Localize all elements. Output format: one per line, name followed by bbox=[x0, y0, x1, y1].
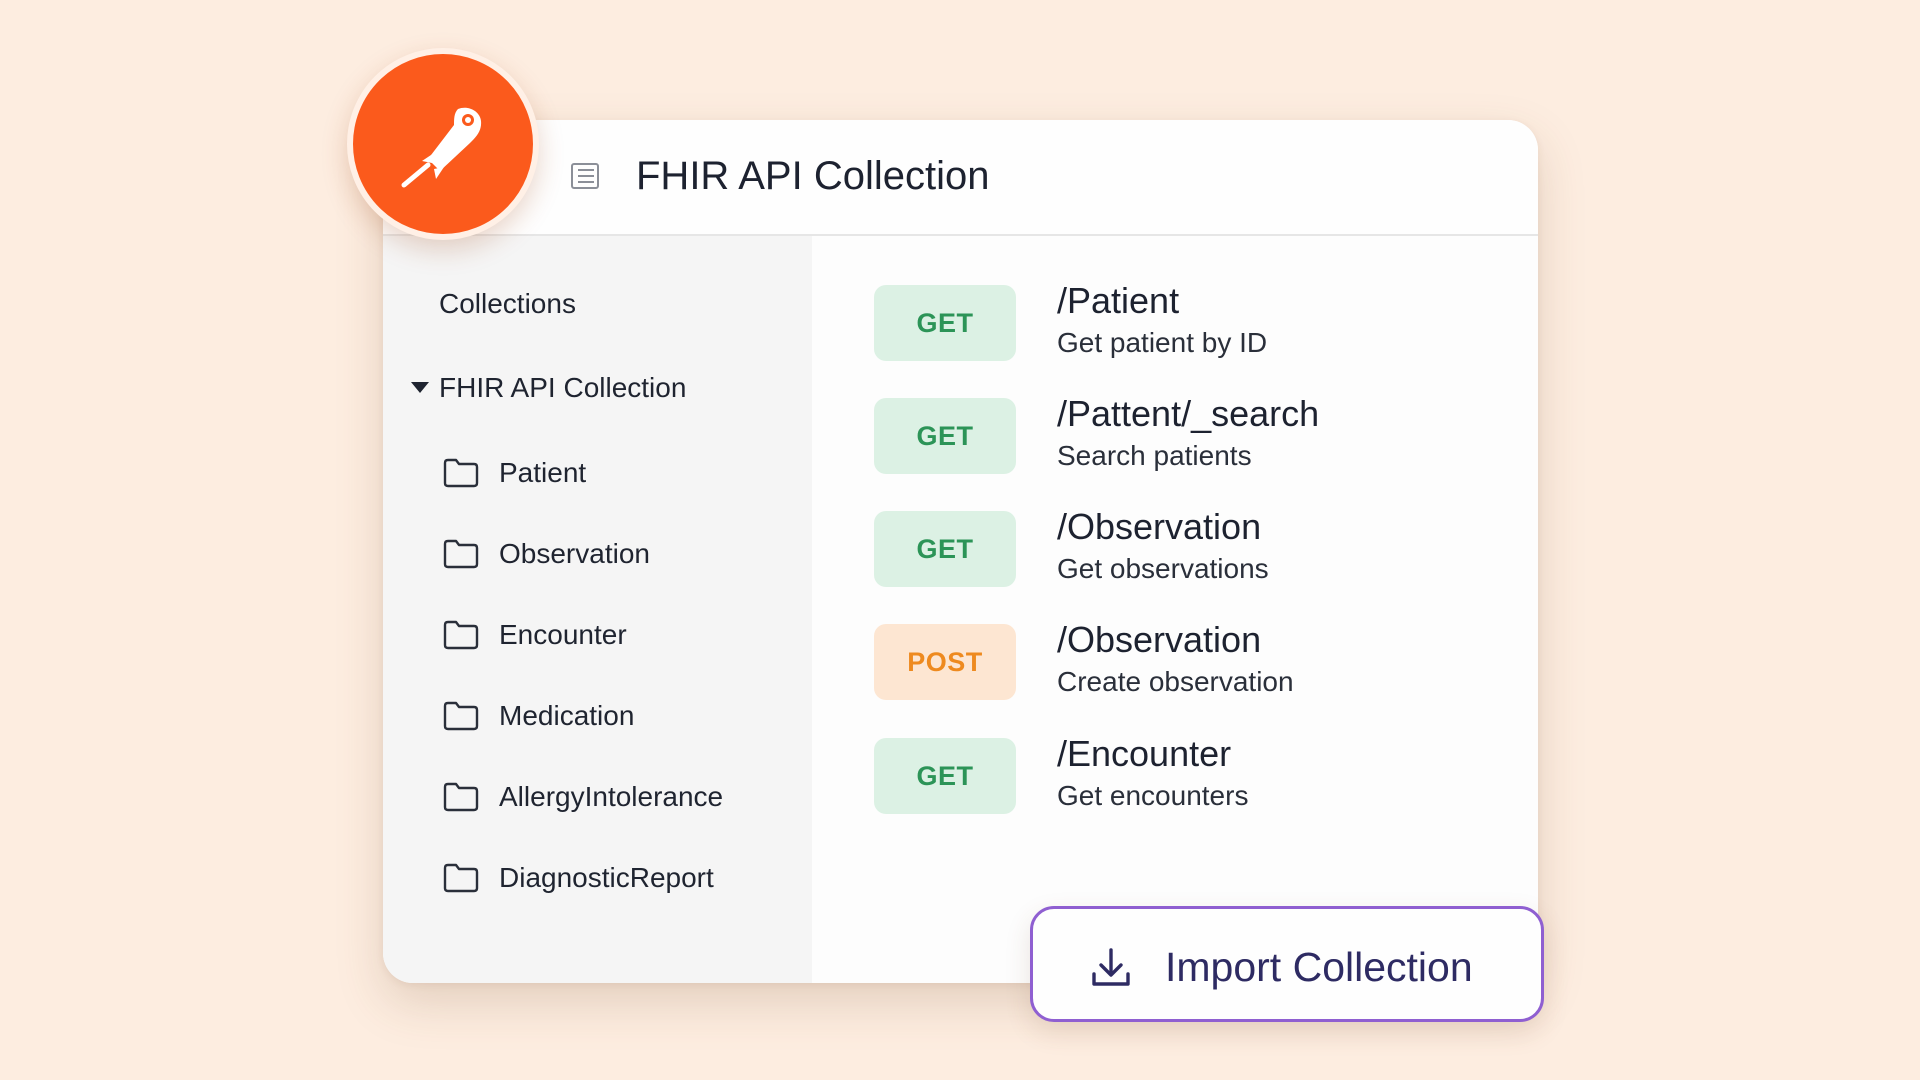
endpoint-row[interactable]: GET /Pattent/_search Search patients bbox=[874, 393, 1474, 478]
collection-panel: FHIR API Collection Collections FHIR API… bbox=[383, 120, 1538, 983]
endpoint-path: /Pattent/_search bbox=[1057, 393, 1320, 434]
sidebar: Collections FHIR API Collection Patient … bbox=[383, 236, 812, 983]
endpoint-path: /Observation bbox=[1057, 506, 1262, 547]
sidebar-heading: Collections bbox=[439, 288, 576, 319]
endpoint-row[interactable]: POST /Observation Create observation bbox=[874, 619, 1474, 704]
folder-icon bbox=[443, 539, 479, 569]
folder-icon bbox=[443, 701, 479, 731]
folder-label: Encounter bbox=[499, 619, 627, 650]
folder-label: Patient bbox=[499, 457, 587, 488]
endpoint-row[interactable]: GET /Observation Get observations bbox=[874, 506, 1474, 591]
folder-icon bbox=[443, 863, 479, 893]
menu-lines-icon[interactable] bbox=[569, 160, 601, 192]
folder-label: Observation bbox=[499, 538, 650, 569]
caret-down-icon[interactable] bbox=[401, 370, 439, 406]
folder-icon bbox=[443, 782, 479, 812]
method-badge-get: GET bbox=[874, 398, 1016, 474]
folder-label: Medication bbox=[499, 700, 635, 731]
tree-item-fhir-api-collection[interactable]: FHIR API Collection bbox=[401, 370, 686, 406]
import-collection-button[interactable]: Import Collection bbox=[1030, 906, 1544, 1022]
import-button-label: Import Collection bbox=[1165, 944, 1473, 990]
folder-label: AllergyIntolerance bbox=[499, 781, 724, 812]
sidebar-folder-medication[interactable]: Medication bbox=[443, 698, 634, 734]
folder-label: DiagnosticReport bbox=[499, 862, 714, 893]
folder-icon bbox=[443, 620, 479, 650]
endpoint-description: Get patient by ID bbox=[1057, 327, 1268, 358]
method-badge-get: GET bbox=[874, 285, 1016, 361]
endpoint-description: Get observations bbox=[1057, 553, 1269, 584]
endpoint-row[interactable]: GET /Encounter Get encounters bbox=[874, 733, 1474, 818]
page-title: FHIR API Collection bbox=[636, 154, 990, 198]
endpoint-path: /Encounter bbox=[1057, 733, 1232, 774]
endpoint-row[interactable]: GET /Patient Get patient by ID bbox=[874, 280, 1474, 365]
sidebar-folder-patient[interactable]: Patient bbox=[443, 455, 586, 491]
download-icon bbox=[1092, 948, 1130, 986]
endpoint-path: /Observation bbox=[1057, 619, 1262, 660]
endpoint-path: /Patient bbox=[1057, 280, 1180, 321]
method-badge-get: GET bbox=[874, 738, 1016, 814]
postman-astronaut-icon bbox=[401, 107, 482, 188]
folder-icon bbox=[443, 458, 479, 488]
endpoint-description: Search patients bbox=[1057, 440, 1252, 471]
postman-logo bbox=[347, 48, 539, 240]
tree-item-label: FHIR API Collection bbox=[439, 372, 687, 403]
endpoint-description: Get encounters bbox=[1057, 780, 1249, 811]
panel-header: FHIR API Collection bbox=[383, 120, 1538, 236]
sidebar-folder-allergyintolerance[interactable]: AllergyIntolerance bbox=[443, 779, 723, 815]
endpoint-description: Create observation bbox=[1057, 666, 1294, 697]
method-badge-get: GET bbox=[874, 511, 1016, 587]
sidebar-folder-encounter[interactable]: Encounter bbox=[443, 617, 627, 653]
method-badge-post: POST bbox=[874, 624, 1016, 700]
sidebar-folder-diagnosticreport[interactable]: DiagnosticReport bbox=[443, 860, 714, 896]
sidebar-folder-observation[interactable]: Observation bbox=[443, 536, 650, 572]
